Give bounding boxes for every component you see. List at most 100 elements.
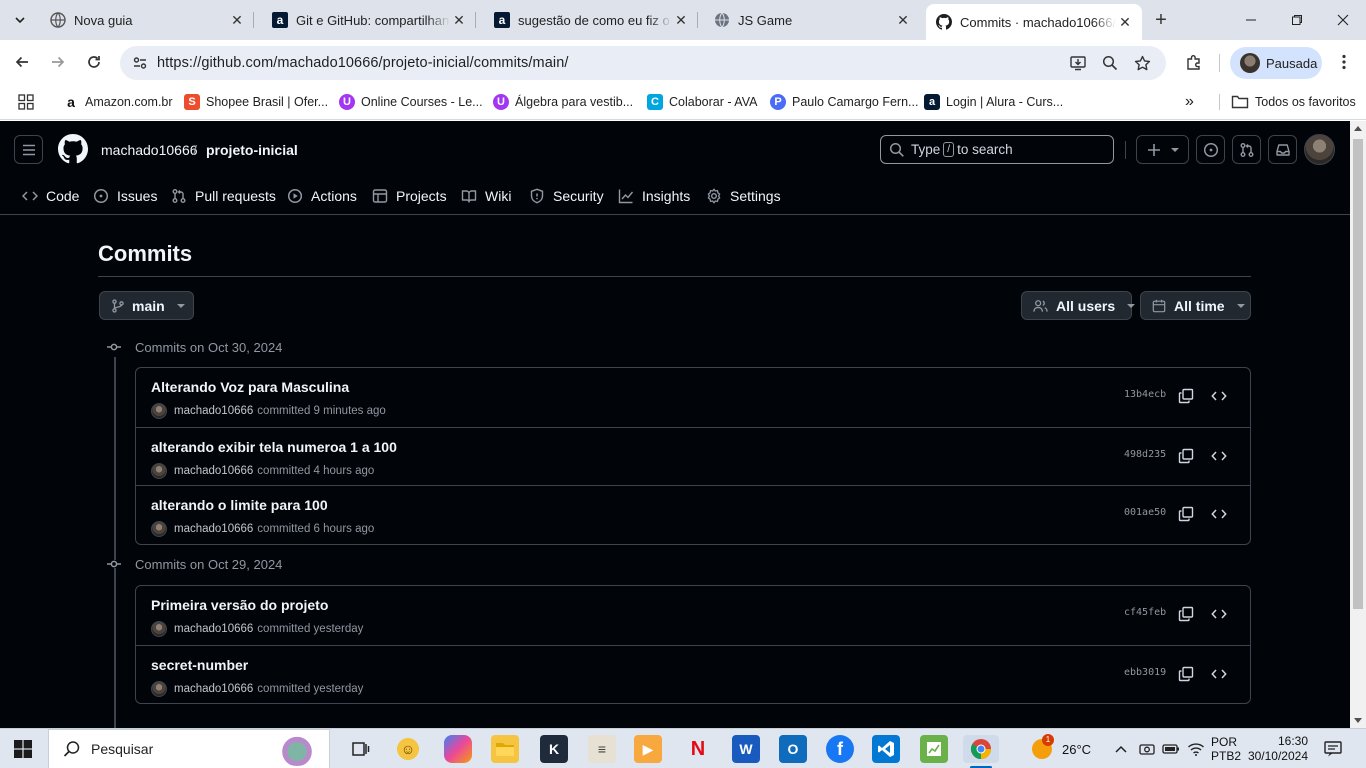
bookmark-item[interactable]: U Online Courses - Le... — [339, 92, 483, 112]
extensions-icon[interactable] — [1184, 52, 1204, 72]
forward-button[interactable] — [46, 50, 70, 74]
pull-requests-button[interactable] — [1232, 135, 1261, 164]
netflix-icon[interactable]: N — [684, 735, 712, 763]
widgets-emoji-icon[interactable]: ☺ — [394, 735, 422, 763]
tab-issues[interactable]: Issues — [93, 184, 157, 208]
bookmark-item[interactable]: a Amazon.com.br — [63, 92, 172, 112]
chrome-taskbar-button[interactable] — [963, 735, 999, 763]
windows-start-icon[interactable] — [14, 740, 32, 758]
browse-code-icon[interactable] — [1211, 448, 1227, 464]
commit-author[interactable]: machado10666 — [174, 405, 253, 417]
browse-code-icon[interactable] — [1211, 666, 1227, 682]
commit-sha[interactable]: 001ae50 — [1124, 507, 1166, 518]
restore-button[interactable] — [1274, 0, 1320, 40]
bookmark-item[interactable]: S Shopee Brasil | Ofer... — [184, 92, 328, 112]
clock[interactable]: 16:30 30/10/2024 — [1246, 729, 1308, 768]
avatar[interactable] — [151, 621, 167, 637]
browser-tab[interactable]: a sugestão de como eu fiz o desafio ✕ — [484, 6, 698, 34]
create-new-button[interactable] — [1136, 135, 1189, 164]
commit-message[interactable]: secret-number — [151, 657, 248, 673]
app-chart-icon[interactable] — [920, 735, 948, 763]
users-filter[interactable]: All users — [1021, 291, 1136, 320]
browse-code-icon[interactable] — [1211, 606, 1227, 622]
url-text[interactable]: https://github.com/machado10666/projeto-… — [157, 55, 569, 71]
breadcrumb-owner[interactable]: machado10666 — [101, 142, 198, 158]
battery-icon[interactable] — [1162, 729, 1180, 768]
commit-message[interactable]: Primeira versão do projeto — [151, 597, 328, 613]
user-avatar[interactable] — [1304, 134, 1335, 165]
browse-code-icon[interactable] — [1211, 506, 1227, 522]
all-bookmarks-button[interactable]: Todos os favoritos — [1231, 92, 1356, 112]
close-window-button[interactable] — [1320, 0, 1366, 40]
browser-tab[interactable]: a Git e GitHub: compartilhando e colabor… — [262, 6, 476, 34]
close-icon[interactable]: ✕ — [228, 11, 246, 29]
language-indicator[interactable]: POR PTB2 — [1211, 729, 1241, 768]
kebab-menu-icon[interactable] — [1334, 52, 1354, 72]
apps-grid-icon[interactable] — [18, 92, 34, 112]
tab-insights[interactable]: Insights — [618, 184, 690, 208]
copy-icon[interactable] — [1178, 388, 1194, 404]
commit-message[interactable]: alterando o limite para 100 — [151, 497, 328, 513]
close-icon[interactable]: ✕ — [894, 11, 912, 29]
reload-button[interactable] — [82, 50, 106, 74]
word-icon[interactable]: W — [732, 735, 760, 763]
issues-button[interactable] — [1196, 135, 1225, 164]
bookmark-item[interactable]: P Paulo Camargo Fern... — [770, 92, 918, 112]
file-explorer-icon[interactable] — [491, 735, 519, 763]
commit-author[interactable]: machado10666 — [174, 465, 253, 477]
tray-camera-icon[interactable] — [1139, 729, 1155, 768]
scrollbar-thumb[interactable] — [1353, 139, 1363, 609]
browser-tab-active[interactable]: Commits · machado10666/projeto-inicial ✕ — [926, 4, 1142, 40]
menu-button[interactable] — [14, 135, 43, 164]
commit-author[interactable]: machado10666 — [174, 623, 253, 635]
time-filter[interactable]: All time — [1140, 291, 1251, 320]
commit-message[interactable]: Alterando Voz para Masculina — [151, 379, 349, 395]
wifi-icon[interactable] — [1187, 729, 1205, 768]
bookmark-item[interactable]: U Álgebra para vestib... — [493, 92, 633, 112]
install-app-icon[interactable] — [1068, 53, 1088, 73]
media-player-icon[interactable]: ▶ — [634, 735, 662, 763]
tab-projects[interactable]: Projects — [372, 184, 447, 208]
copy-icon[interactable] — [1178, 666, 1194, 682]
notifications-icon[interactable] — [1324, 729, 1342, 768]
tab-wiki[interactable]: Wiki — [461, 184, 511, 208]
commit-sha[interactable]: 498d235 — [1124, 449, 1166, 460]
breadcrumb-repo[interactable]: projeto-inicial — [206, 142, 298, 158]
tab-code[interactable]: Code — [22, 184, 79, 208]
taskbar-search[interactable]: Pesquisar — [48, 729, 330, 768]
more-bookmarks-icon[interactable]: » — [1185, 92, 1194, 112]
bookmark-star-icon[interactable] — [1132, 53, 1152, 73]
zoom-icon[interactable] — [1100, 53, 1120, 73]
outlook-icon[interactable]: O — [779, 735, 807, 763]
copy-icon[interactable] — [1178, 448, 1194, 464]
inbox-button[interactable] — [1268, 135, 1297, 164]
close-icon[interactable]: ✕ — [1116, 13, 1134, 31]
avatar[interactable] — [151, 680, 167, 697]
bookmark-item[interactable]: a Login | Alura - Curs... — [924, 92, 1063, 112]
tab-search-dropdown[interactable] — [8, 8, 32, 32]
address-bar[interactable]: https://github.com/machado10666/projeto-… — [120, 46, 1166, 80]
browse-code-icon[interactable] — [1211, 388, 1227, 404]
task-view-icon[interactable] — [346, 735, 374, 763]
avatar[interactable] — [151, 403, 167, 419]
minimize-button[interactable] — [1228, 0, 1274, 40]
branch-selector[interactable]: main — [99, 291, 194, 320]
commit-author[interactable]: machado10666 — [174, 683, 253, 695]
new-tab-button[interactable]: + — [1149, 8, 1173, 32]
site-info-icon[interactable] — [128, 51, 152, 75]
copilot-icon[interactable] — [444, 735, 472, 763]
github-logo-icon[interactable] — [58, 134, 88, 164]
vscode-icon[interactable] — [872, 735, 900, 763]
avatar[interactable] — [151, 462, 167, 479]
commit-sha[interactable]: ebb3019 — [1124, 667, 1166, 678]
avatar[interactable] — [151, 521, 167, 537]
copy-icon[interactable] — [1178, 606, 1194, 622]
commit-sha[interactable]: cf45feb — [1124, 607, 1166, 618]
tab-settings[interactable]: Settings — [706, 184, 781, 208]
close-icon[interactable]: ✕ — [450, 11, 468, 29]
tab-security[interactable]: Security — [529, 184, 604, 208]
profile-button[interactable]: Pausada — [1230, 47, 1322, 79]
back-button[interactable] — [10, 50, 34, 74]
tab-pull-requests[interactable]: Pull requests — [171, 184, 276, 208]
scroll-down-arrow-icon[interactable] — [1354, 718, 1362, 723]
